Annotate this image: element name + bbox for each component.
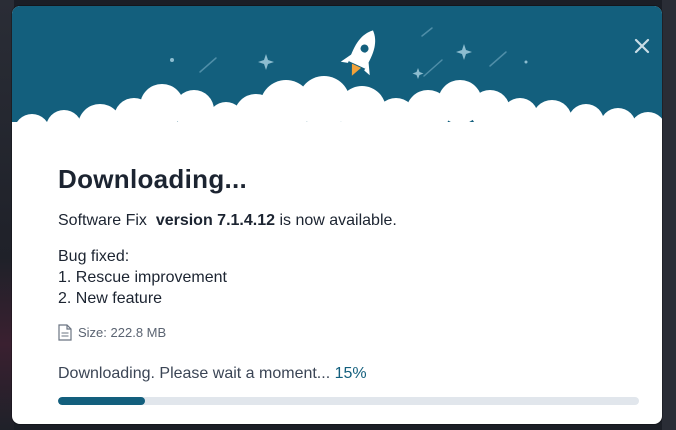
product-name: Software Fix — [58, 212, 147, 229]
download-progress-fill — [58, 397, 146, 405]
download-status: Downloading. Please wait a moment... 15% — [58, 365, 367, 383]
release-notes: Bug fixed: 1. Rescue improvement 2. New … — [58, 246, 227, 309]
download-progress-percent: 15% — [334, 365, 367, 382]
release-note-item: 1. Rescue improvement — [58, 269, 227, 286]
release-notes-heading: Bug fixed: — [58, 248, 130, 265]
download-progress-bar — [58, 397, 639, 405]
download-size-text: Size: 222.8 MB — [78, 325, 167, 340]
download-size: Size: 222.8 MB — [58, 324, 166, 341]
availability-text: is now available. — [279, 212, 397, 229]
background-window-edge-right — [662, 0, 676, 430]
update-dialog: Downloading... Software Fix version 7.1.… — [12, 6, 662, 424]
version-number: version 7.1.4.12 — [155, 212, 275, 229]
cloud-layer — [12, 76, 662, 130]
close-icon — [634, 38, 650, 54]
dialog-header-banner — [12, 6, 662, 130]
download-status-text: Downloading. Please wait a moment... — [58, 365, 331, 382]
dialog-title: Downloading... — [58, 164, 248, 194]
close-button[interactable] — [630, 34, 654, 58]
header-illustration — [12, 27, 662, 130]
file-icon — [58, 324, 72, 341]
version-availability-text: Software Fix version 7.1.4.12 is now ava… — [58, 212, 397, 230]
release-note-item: 2. New feature — [58, 290, 163, 307]
rocket-icon — [340, 30, 376, 76]
star-icon — [170, 44, 528, 79]
